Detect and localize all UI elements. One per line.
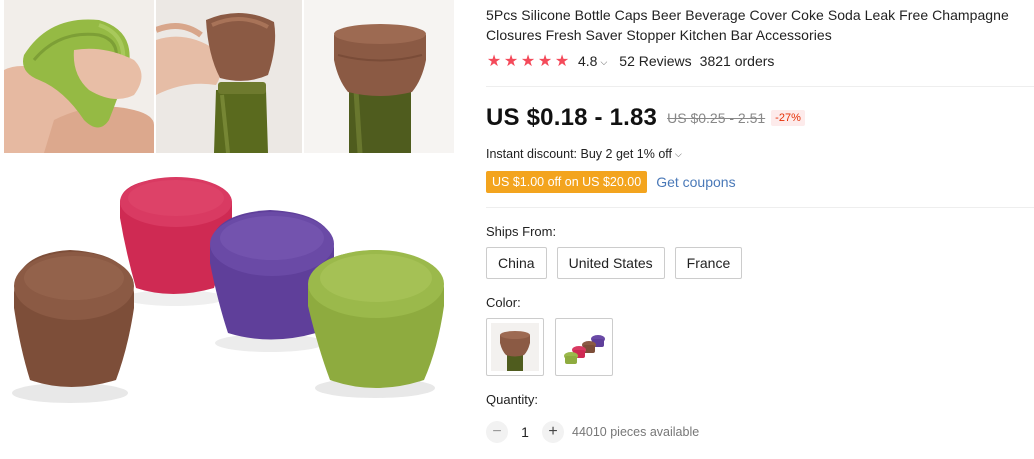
chevron-down-icon: ⌵ bbox=[600, 57, 608, 67]
rating-score-dropdown[interactable]: 4.8 ⌵ bbox=[578, 53, 607, 69]
product-gallery bbox=[0, 0, 460, 459]
coupon-tag: US $1.00 off on US $20.00 bbox=[486, 171, 648, 193]
thumbnail-cap-closeup[interactable] bbox=[304, 0, 454, 153]
instant-discount-text: Instant discount: Buy 2 get 1% off bbox=[486, 147, 672, 161]
star-icon: ★ bbox=[520, 53, 536, 70]
star-icon: ★ bbox=[503, 53, 519, 70]
thumbnail-green-cap-hand[interactable] bbox=[4, 0, 154, 153]
green-cap-hand-image bbox=[4, 0, 154, 153]
quantity-input[interactable]: 1 bbox=[508, 424, 542, 440]
quantity-stepper: − 1 + 44010 pieces available bbox=[486, 421, 699, 443]
star-icon: ★ bbox=[486, 53, 502, 70]
quantity-decrease-button[interactable]: − bbox=[486, 421, 508, 443]
reviews-link[interactable]: 52 Reviews bbox=[619, 53, 691, 69]
star-icon: ★ bbox=[537, 53, 553, 70]
pieces-available: 44010 pieces available bbox=[572, 425, 700, 439]
thumbnail-brown-cap-bottle[interactable] bbox=[156, 0, 302, 153]
four-silicone-caps-image bbox=[0, 158, 460, 458]
orders-count: 3821 orders bbox=[699, 53, 775, 69]
original-price: US $0.25 - 2.51 bbox=[667, 110, 766, 126]
ships-from-options: China United States France bbox=[486, 247, 743, 279]
get-coupons-link[interactable]: Get coupons bbox=[656, 174, 735, 190]
product-info-panel: 5Pcs Silicone Bottle Caps Beer Beverage … bbox=[486, 0, 1034, 459]
color-options bbox=[486, 318, 613, 376]
product-title: 5Pcs Silicone Bottle Caps Beer Beverage … bbox=[486, 7, 1009, 43]
rating-stars: ★ ★ ★ ★ ★ bbox=[486, 51, 570, 71]
discount-badge: -27% bbox=[771, 110, 805, 126]
main-product-image[interactable] bbox=[0, 158, 460, 458]
star-icon: ★ bbox=[554, 53, 570, 70]
ship-option-china[interactable]: China bbox=[486, 247, 547, 279]
mixed-caps-swatch-image bbox=[560, 323, 608, 371]
cap-closeup-image bbox=[304, 0, 454, 153]
color-swatch-mixed-caps[interactable] bbox=[555, 318, 613, 376]
brown-cap-swatch-image bbox=[491, 323, 539, 371]
color-swatch-brown-cap[interactable] bbox=[486, 318, 544, 376]
rating-row: ★ ★ ★ ★ ★ 4.8 ⌵ 52 Reviews 3821 orders bbox=[486, 51, 775, 71]
instant-discount-dropdown[interactable]: Instant discount: Buy 2 get 1% off ⌵ bbox=[486, 147, 682, 161]
coupon-row: US $1.00 off on US $20.00 Get coupons bbox=[486, 171, 736, 193]
price-row: US $0.18 - 1.83 US $0.25 - 2.51 -27% bbox=[486, 104, 805, 132]
rating-score: 4.8 bbox=[578, 53, 598, 69]
brown-cap-on-bottle-image bbox=[156, 0, 302, 153]
chevron-down-icon: ⌵ bbox=[675, 149, 682, 159]
ships-from-label: Ships From: bbox=[486, 224, 557, 239]
current-price: US $0.18 - 1.83 bbox=[486, 104, 658, 131]
ship-option-france[interactable]: France bbox=[674, 247, 743, 279]
quantity-increase-button[interactable]: + bbox=[542, 421, 564, 443]
ship-option-united-states[interactable]: United States bbox=[556, 247, 665, 279]
divider bbox=[486, 86, 1034, 87]
brown-cap bbox=[14, 250, 134, 387]
divider bbox=[486, 207, 1034, 208]
color-label: Color: bbox=[486, 295, 521, 310]
green-cap bbox=[308, 250, 444, 388]
quantity-label: Quantity: bbox=[486, 392, 539, 407]
